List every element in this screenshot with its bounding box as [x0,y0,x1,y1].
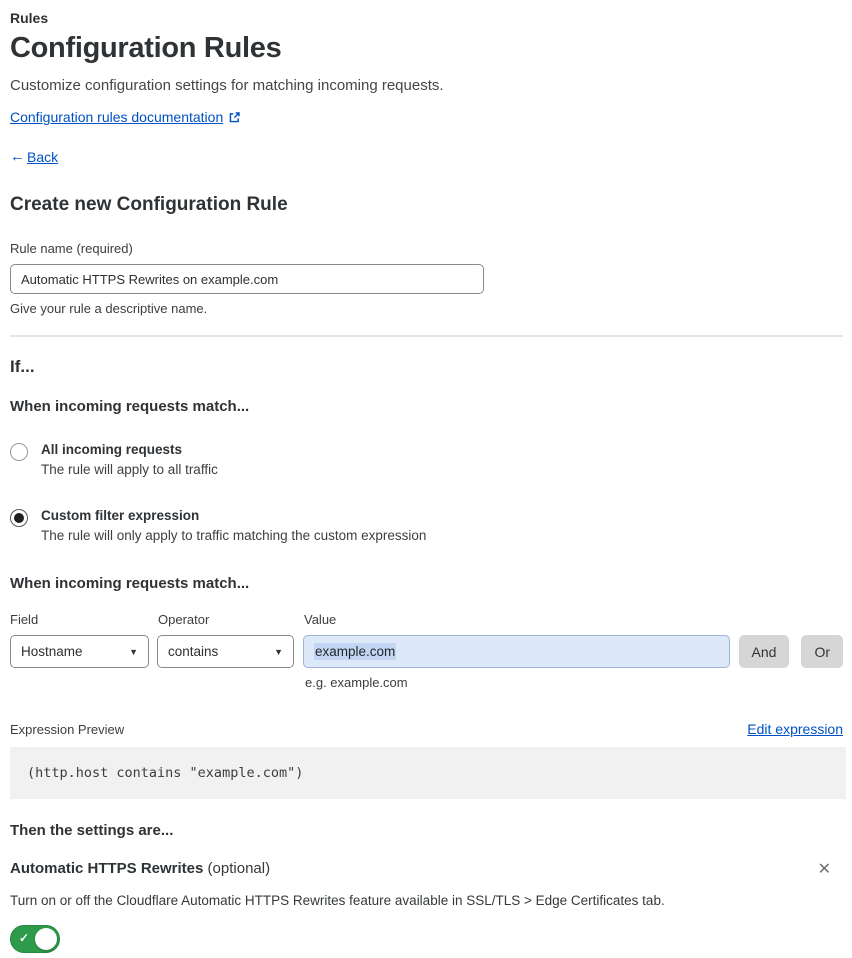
matcher-controls-row: Hostname ▼ contains ▼ example.com And Or [10,635,843,668]
documentation-link-row: Configuration rules documentation [10,109,843,125]
page-subtitle: Customize configuration settings for mat… [10,77,444,94]
expression-preview-row: Expression Preview Edit expression [10,721,843,737]
field-select-value: Hostname [21,644,83,659]
setting-title: Automatic HTTPS Rewrites [10,860,204,877]
radio-option-custom-filter-expression[interactable]: Custom filter expression The rule will o… [10,508,843,543]
edit-expression-link[interactable]: Edit expression [747,721,843,737]
radio-option-description: The rule will apply to all traffic [41,462,218,477]
rule-name-hint: Give your rule a descriptive name. [10,301,208,316]
breadcrumb: Rules [10,10,49,26]
radio-option-label: Custom filter expression [41,508,200,523]
rule-name-input[interactable] [10,264,484,294]
value-input[interactable]: example.com [303,635,730,668]
or-button[interactable]: Or [801,635,843,668]
operator-select[interactable]: contains ▼ [156,635,294,668]
chevron-down-icon: ▼ [274,646,283,657]
radio-option-all-incoming-requests[interactable]: All incoming requests The rule will appl… [10,442,843,477]
field-column-label: Field [10,612,39,627]
back-link[interactable]: ← Back [10,148,58,165]
back-arrow-icon: ← [10,148,25,165]
expression-preview-label: Expression Preview [10,722,125,737]
page-title: Configuration Rules [10,32,282,64]
if-heading: If... [10,357,35,376]
expression-code: (http.host contains "example.com") [27,765,304,781]
setting-card-header: Automatic HTTPS Rewrites (optional) ✕ [10,860,843,880]
radio-option-label: All incoming requests [41,442,183,457]
matcher-column-labels: Field Operator Value [10,612,843,627]
toggle-knob [35,928,57,950]
condition-subheading: When incoming requests match... [10,398,250,415]
create-rule-heading: Create new Configuration Rule [10,194,288,215]
back-link-label: Back [27,148,59,165]
close-icon[interactable]: ✕ [814,860,835,880]
radio-button-unselected[interactable] [10,443,28,461]
check-icon: ✓ [19,931,30,945]
value-input-text: example.com [314,643,397,660]
external-link-icon [228,111,241,124]
settings-heading: Then the settings are... [10,822,174,839]
field-select[interactable]: Hostname ▼ [10,635,149,668]
section-divider [10,335,843,337]
value-column-label: Value [304,612,337,627]
configuration-rules-page: Rules Configuration Rules Customize conf… [0,0,852,958]
expression-code-box: (http.host contains "example.com") [10,747,846,799]
setting-optional-tag: (optional) [203,860,271,877]
chevron-down-icon: ▼ [129,646,138,657]
radio-button-selected[interactable] [10,509,28,527]
radio-option-description: The rule will only apply to traffic matc… [41,528,427,543]
rule-name-label: Rule name (required) [10,241,133,256]
value-hint: e.g. example.com [305,675,408,690]
automatic-https-rewrites-toggle[interactable]: ✓ [10,925,60,953]
operator-column-label: Operator [158,612,210,627]
documentation-link[interactable]: Configuration rules documentation [10,109,223,125]
operator-select-value: contains [167,644,219,659]
matcher-heading: When incoming requests match... [10,575,250,592]
and-button[interactable]: And [738,635,790,668]
